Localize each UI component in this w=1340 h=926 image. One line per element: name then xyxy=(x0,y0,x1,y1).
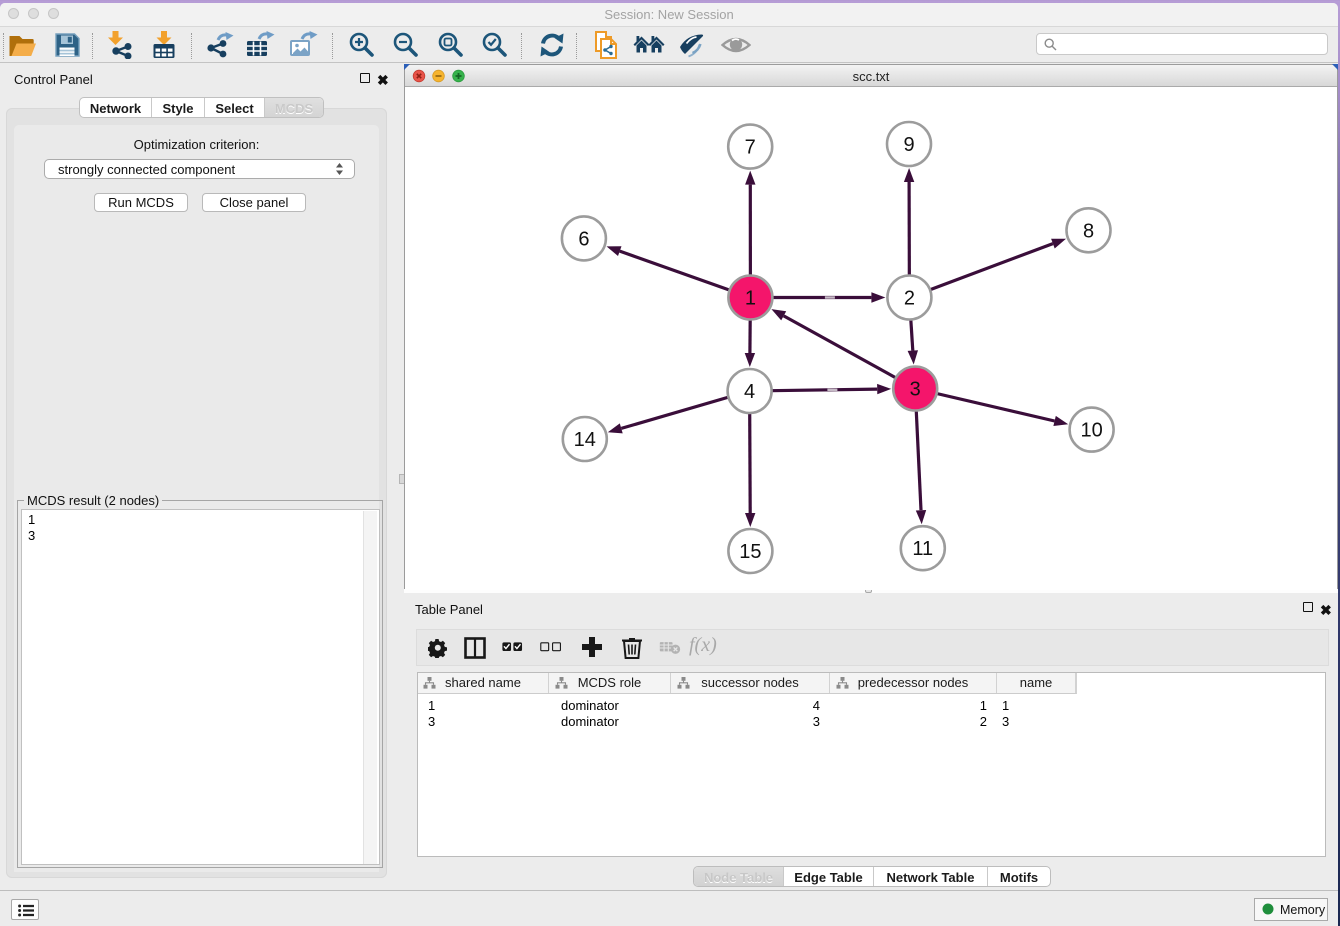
svg-text:4: 4 xyxy=(744,381,755,403)
svg-text:9: 9 xyxy=(903,134,914,156)
svg-text:8: 8 xyxy=(1083,220,1094,242)
svg-text:7: 7 xyxy=(745,137,756,159)
svg-text:15: 15 xyxy=(739,541,761,563)
svg-text:10: 10 xyxy=(1080,420,1102,442)
svg-text:11: 11 xyxy=(912,538,933,560)
svg-text:3: 3 xyxy=(910,379,921,401)
svg-text:2: 2 xyxy=(904,288,915,310)
svg-text:14: 14 xyxy=(574,429,596,451)
svg-text:1: 1 xyxy=(745,288,756,310)
svg-text:6: 6 xyxy=(578,228,589,250)
